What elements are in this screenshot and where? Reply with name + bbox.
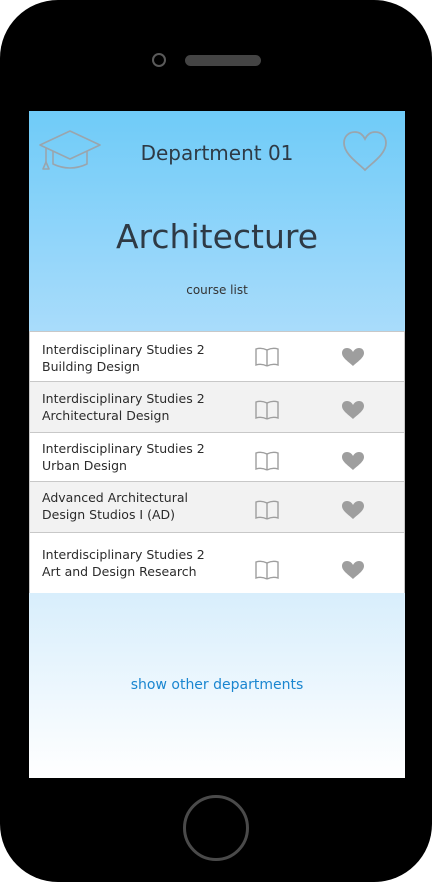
home-button[interactable] [183, 795, 249, 861]
speaker-grille [185, 55, 261, 66]
phone-frame: Department 01 Architecture course list I… [0, 0, 432, 882]
book-icon[interactable] [254, 500, 280, 520]
heart-icon[interactable] [341, 560, 365, 580]
app-screen: Department 01 Architecture course list I… [29, 111, 405, 778]
header: Department 01 Architecture course list [29, 111, 405, 332]
course-row[interactable]: Advanced Architectural Design Studios I … [29, 482, 405, 533]
heart-icon[interactable] [341, 451, 365, 471]
course-name: Advanced Architectural Design Studios I … [42, 490, 188, 522]
book-icon[interactable] [254, 400, 280, 420]
footer: show other departments [29, 593, 405, 778]
course-row[interactable]: Interdisciplinary Studies 2 Art and Desi… [29, 533, 405, 594]
camera-icon [152, 53, 166, 67]
book-icon[interactable] [254, 347, 280, 367]
course-row[interactable]: Interdisciplinary Studies 2 Urban Design [29, 433, 405, 482]
heart-icon[interactable] [341, 400, 365, 420]
book-icon[interactable] [254, 451, 280, 471]
course-row[interactable]: Interdisciplinary Studies 2 Architectura… [29, 382, 405, 433]
page-title: Architecture [115, 217, 319, 256]
heart-icon[interactable] [341, 500, 365, 520]
show-other-departments-link[interactable]: show other departments [29, 677, 405, 693]
course-row[interactable]: Interdisciplinary Studies 2 Building Des… [29, 331, 405, 382]
book-icon[interactable] [254, 560, 280, 580]
course-list: Interdisciplinary Studies 2 Building Des… [29, 331, 405, 594]
course-name: Interdisciplinary Studies 2 Art and Desi… [42, 547, 205, 579]
course-name: Interdisciplinary Studies 2 Urban Design [42, 441, 205, 473]
heart-outline-icon[interactable] [342, 130, 388, 172]
course-name: Interdisciplinary Studies 2 Architectura… [42, 391, 205, 423]
page-subtitle: course list [186, 283, 248, 297]
heart-icon[interactable] [341, 347, 365, 367]
course-name: Interdisciplinary Studies 2 Building Des… [42, 342, 205, 374]
